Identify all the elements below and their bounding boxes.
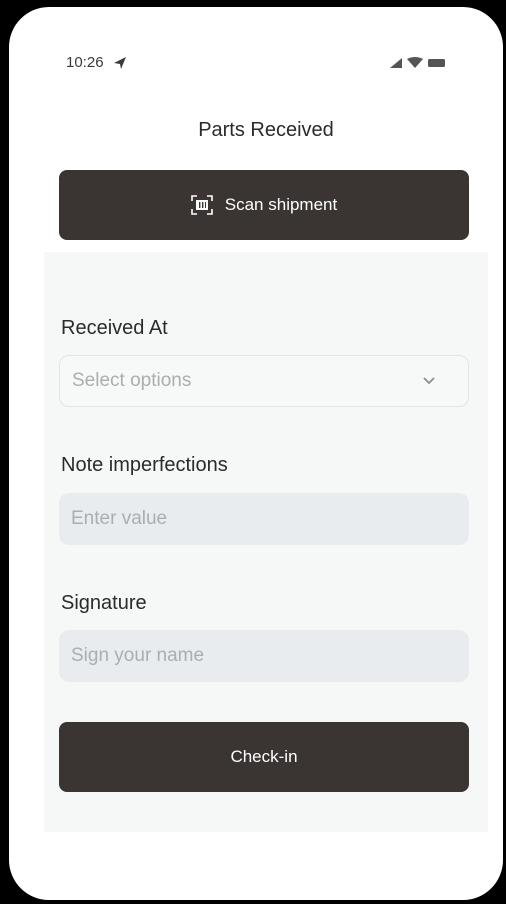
signature-label: Signature [61, 592, 147, 614]
note-imperfections-placeholder: Enter value [71, 508, 168, 529]
phone-screen: 10:26 Parts Received Scan shipment Recei… [9, 7, 503, 900]
signature-placeholder: Sign your name [71, 645, 205, 666]
status-time: 10:26 [66, 54, 104, 71]
check-in-button[interactable]: Check-in [59, 722, 469, 792]
barcode-scan-icon [190, 195, 213, 215]
scan-shipment-button[interactable]: Scan shipment [59, 170, 469, 240]
cellular-signal-icon [390, 58, 402, 68]
note-imperfections-label: Note imperfections [61, 454, 228, 476]
chevron-down-icon [423, 377, 435, 385]
received-at-placeholder: Select options [72, 370, 192, 391]
received-at-select[interactable]: Select options [59, 355, 469, 407]
status-bar: 10:26 [9, 7, 503, 71]
received-at-label: Received At [61, 317, 168, 339]
check-in-label: Check-in [230, 747, 298, 766]
page-title: Parts Received [198, 119, 334, 141]
location-arrow-icon [114, 57, 126, 69]
battery-icon [428, 59, 445, 67]
signature-input[interactable]: Sign your name [59, 630, 469, 682]
note-imperfections-input[interactable]: Enter value [59, 493, 469, 545]
scan-shipment-label: Scan shipment [224, 195, 338, 214]
wifi-icon [407, 57, 423, 68]
status-icons [390, 57, 445, 68]
